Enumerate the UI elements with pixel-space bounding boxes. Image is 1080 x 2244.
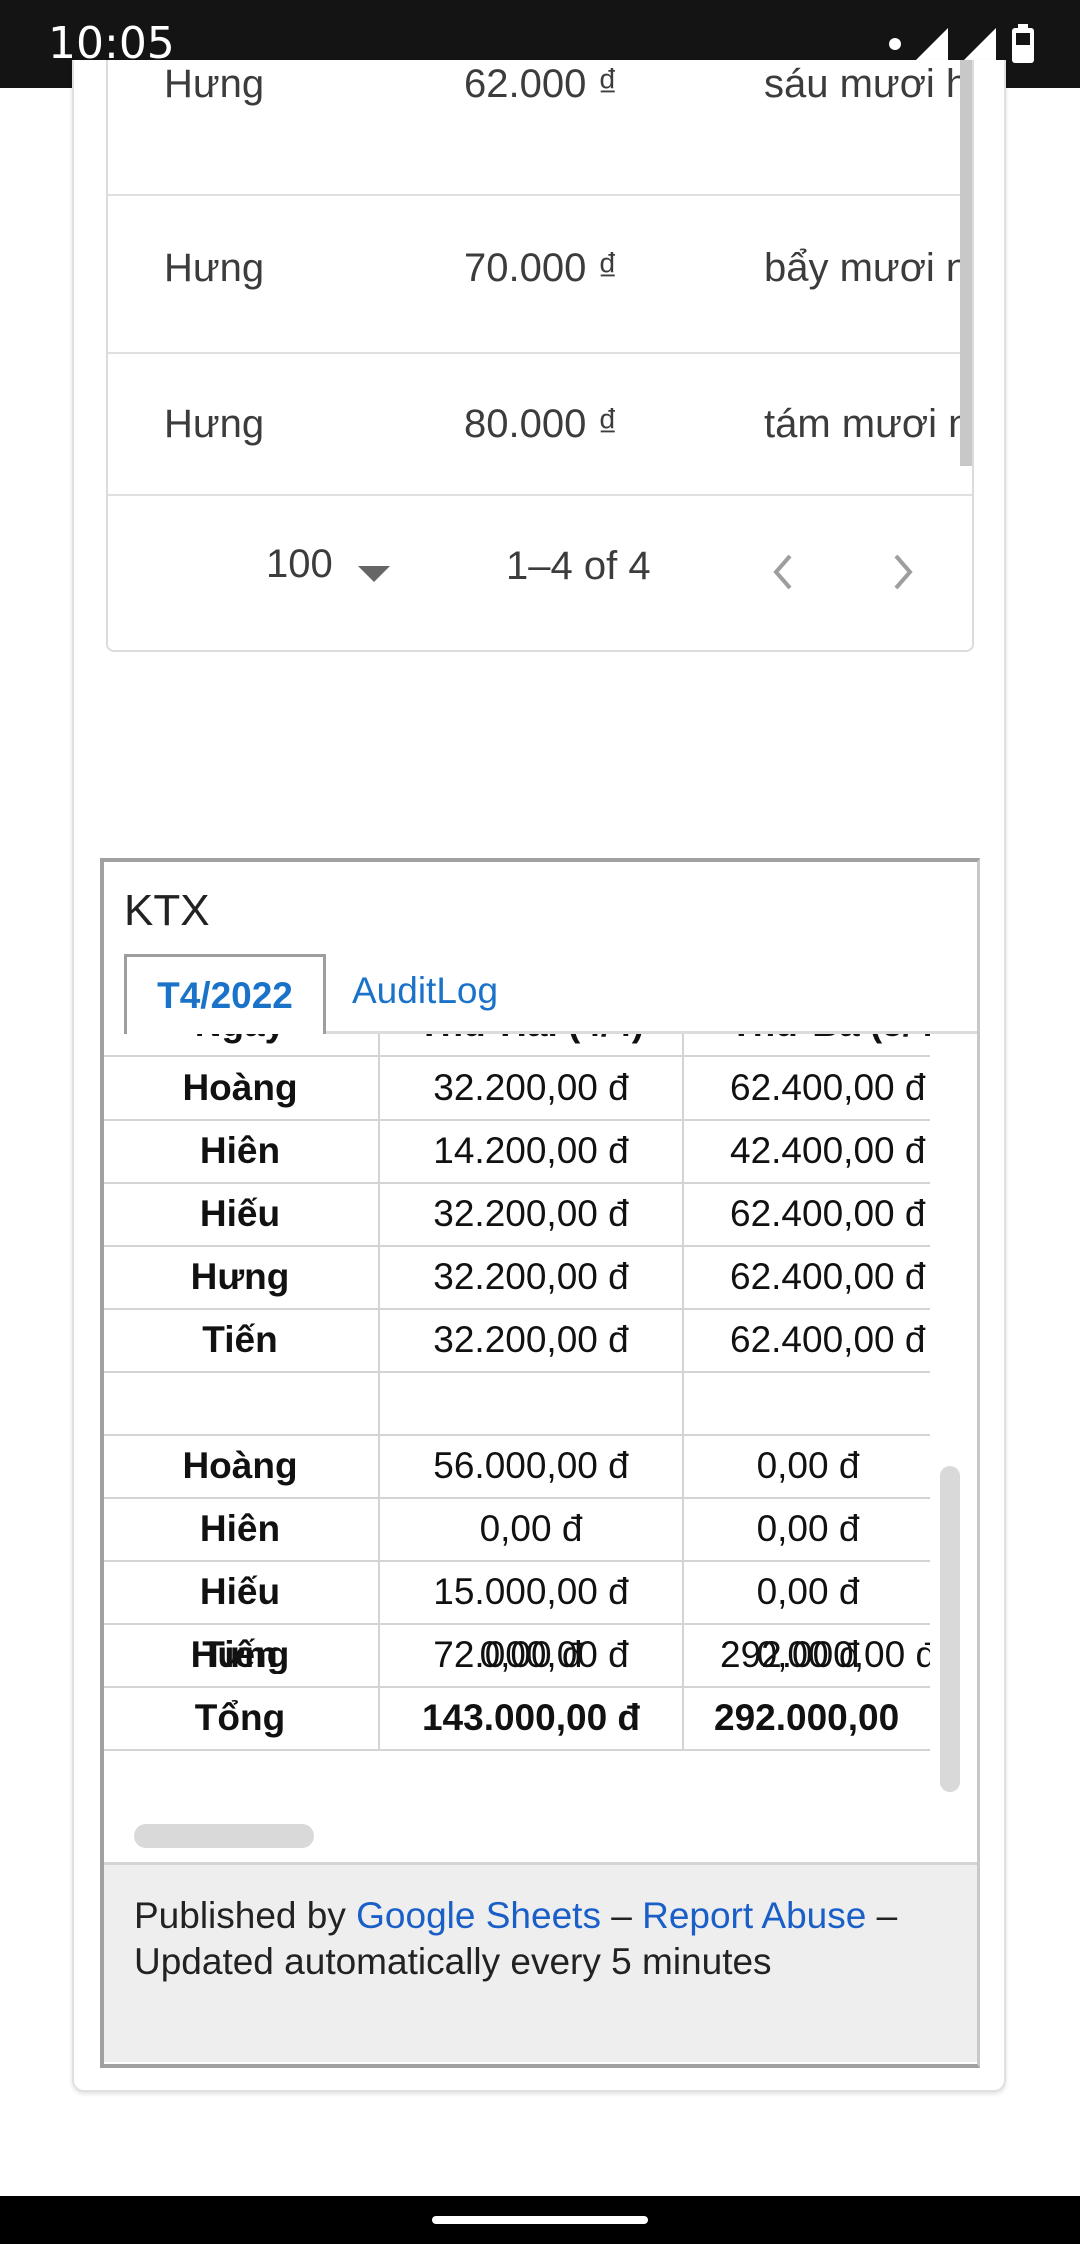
cell: Hiếu [199, 1570, 281, 1612]
cell: 0,00 đ [682, 1560, 930, 1623]
navigation-bar [0, 2196, 1080, 2244]
table-row: Tiến 72.000,00 đ 0,00 đ [104, 1623, 930, 1688]
cell: 62.400,00 đ [682, 1056, 930, 1119]
header-cell: Thứ Hai (4/4) [378, 1034, 682, 1055]
cell: 292.000,00 [682, 1686, 930, 1749]
cell: 62.400,00 đ [682, 1182, 930, 1245]
rows-per-page-select[interactable]: 100 [266, 542, 333, 587]
table-row [104, 1371, 930, 1436]
cell: 32.200,00 đ [378, 1245, 682, 1308]
cell: Hoàng [182, 1444, 298, 1486]
cell-amount: 70.000 ₫ [464, 246, 618, 290]
cell: 42.400,00 đ [682, 1119, 930, 1182]
cell: Tiến [202, 1633, 278, 1675]
table-row: Hoàng 32.200,00 đ 62.400,00 đ [104, 1056, 930, 1121]
home-gesture-handle[interactable] [432, 2216, 648, 2224]
table-row: Tiến 32.200,00 đ 62.400,00 đ [104, 1308, 930, 1373]
header-row: Ngày Thứ Hai (4/4) Thứ Ba (5/4) [104, 1034, 930, 1057]
cell-words: bẩy mươi n [764, 246, 969, 290]
cell: Tiến [202, 1318, 278, 1360]
sheet-title: KTX [124, 886, 210, 935]
vertical-scrollbar[interactable] [940, 1466, 960, 1792]
dropdown-caret-icon[interactable] [358, 566, 390, 582]
table-row: Hoàng 56.000,00 đ 0,00 đ [104, 1434, 930, 1499]
sheet-grid: Ngày Thứ Hai (4/4) Thứ Ba (5/4) Hoàng 32… [104, 1034, 930, 1674]
sheet-footer: Published by Google Sheets – Report Abus… [104, 1862, 977, 2062]
header-cell: Ngày [104, 1034, 376, 1055]
cell: Hoàng [182, 1066, 298, 1108]
tab-auditlog[interactable]: AuditLog [352, 970, 498, 1012]
tab-t4-2022[interactable]: T4/2022 [124, 954, 326, 1034]
top-data-table: Hưng 62.000 ₫ sáu mươi h Hưng 70.000 ₫ b… [106, 60, 974, 652]
cell-amount: 62.000 ₫ [464, 62, 618, 106]
horizontal-scrollbar[interactable] [134, 1824, 314, 1848]
cell: 15.000,00 đ [378, 1560, 682, 1623]
cell [378, 1371, 682, 1434]
cell: 56.000,00 đ [378, 1434, 682, 1497]
table-row: Hiếu 15.000,00 đ 0,00 đ [104, 1560, 930, 1625]
cell-name: Hưng [164, 62, 265, 106]
table-row: Hưng 80.000 ₫ tám mươi n [108, 352, 972, 496]
cell: 143.000,00 đ [378, 1686, 682, 1749]
cell-name: Hưng [164, 402, 265, 446]
cell-name: Hưng [164, 246, 265, 290]
table-row: Hưng 70.000 ₫ bẩy mươi n [108, 196, 972, 354]
table-scrollbar[interactable] [960, 60, 972, 466]
battery-icon [1012, 24, 1034, 63]
cell: 32.200,00 đ [378, 1308, 682, 1371]
cell: 0,00 đ [682, 1497, 930, 1560]
cell: Hiên [199, 1129, 281, 1171]
header-cell: Thứ Ba (5/4) [682, 1034, 930, 1055]
cell-words: tám mươi n [764, 402, 971, 446]
table-row: Hiên 14.200,00 đ 42.400,00 đ [104, 1119, 930, 1184]
cell: 72.000,00 đ [378, 1623, 682, 1686]
footer-separator: – [866, 1895, 898, 1936]
report-abuse-link[interactable]: Report Abuse [642, 1895, 866, 1936]
footer-separator: – [600, 1895, 643, 1936]
notification-dot-icon [889, 38, 901, 50]
cell: 62.400,00 đ [682, 1245, 930, 1308]
cell: 0,00 đ [682, 1623, 930, 1686]
signal-icon [964, 28, 996, 60]
sheet-grid-bottom: Tiến 72.000,00 đ 0,00 đ Tổng 143.000,00 … [104, 1623, 930, 1823]
signal-icon [916, 28, 948, 60]
cell: Tổng [194, 1696, 286, 1738]
pagination: 100 1–4 of 4 [108, 496, 972, 650]
table-row: Hiên 0,00 đ 0,00 đ [104, 1497, 930, 1562]
total-row: Tổng 143.000,00 đ 292.000,00 [104, 1686, 930, 1751]
cell: 14.200,00 đ [378, 1119, 682, 1182]
cell: 32.200,00 đ [378, 1182, 682, 1245]
cell: 0,00 đ [378, 1497, 682, 1560]
cell: 62.400,00 đ [682, 1308, 930, 1371]
cell-amount: 80.000 ₫ [464, 402, 618, 446]
cell [104, 1371, 376, 1434]
cell: Hưng [190, 1255, 290, 1297]
footer-updated-text: Updated automatically every 5 minutes [134, 1941, 772, 1982]
table-row: Hưng 32.200,00 đ 62.400,00 đ [104, 1245, 930, 1310]
chevron-left-icon[interactable] [768, 552, 798, 592]
cell: 0,00 đ [682, 1434, 930, 1497]
sheet-embed: KTX T4/2022 AuditLog Ngày Thứ Hai (4/4) … [100, 858, 980, 2068]
footer-text: Published by [134, 1895, 357, 1936]
table-row: Hiếu 32.200,00 đ 62.400,00 đ [104, 1182, 930, 1247]
google-sheets-link[interactable]: Google Sheets [356, 1895, 601, 1936]
cell [682, 1371, 930, 1434]
cell: 32.200,00 đ [378, 1056, 682, 1119]
table-row: Hưng 62.000 ₫ sáu mươi h [108, 60, 972, 196]
cell: Hiếu [199, 1192, 281, 1234]
cell: Hiên [199, 1507, 281, 1549]
page-range: 1–4 of 4 [506, 544, 651, 588]
cell-words: sáu mươi h [764, 62, 969, 106]
chevron-right-icon[interactable] [888, 552, 918, 592]
